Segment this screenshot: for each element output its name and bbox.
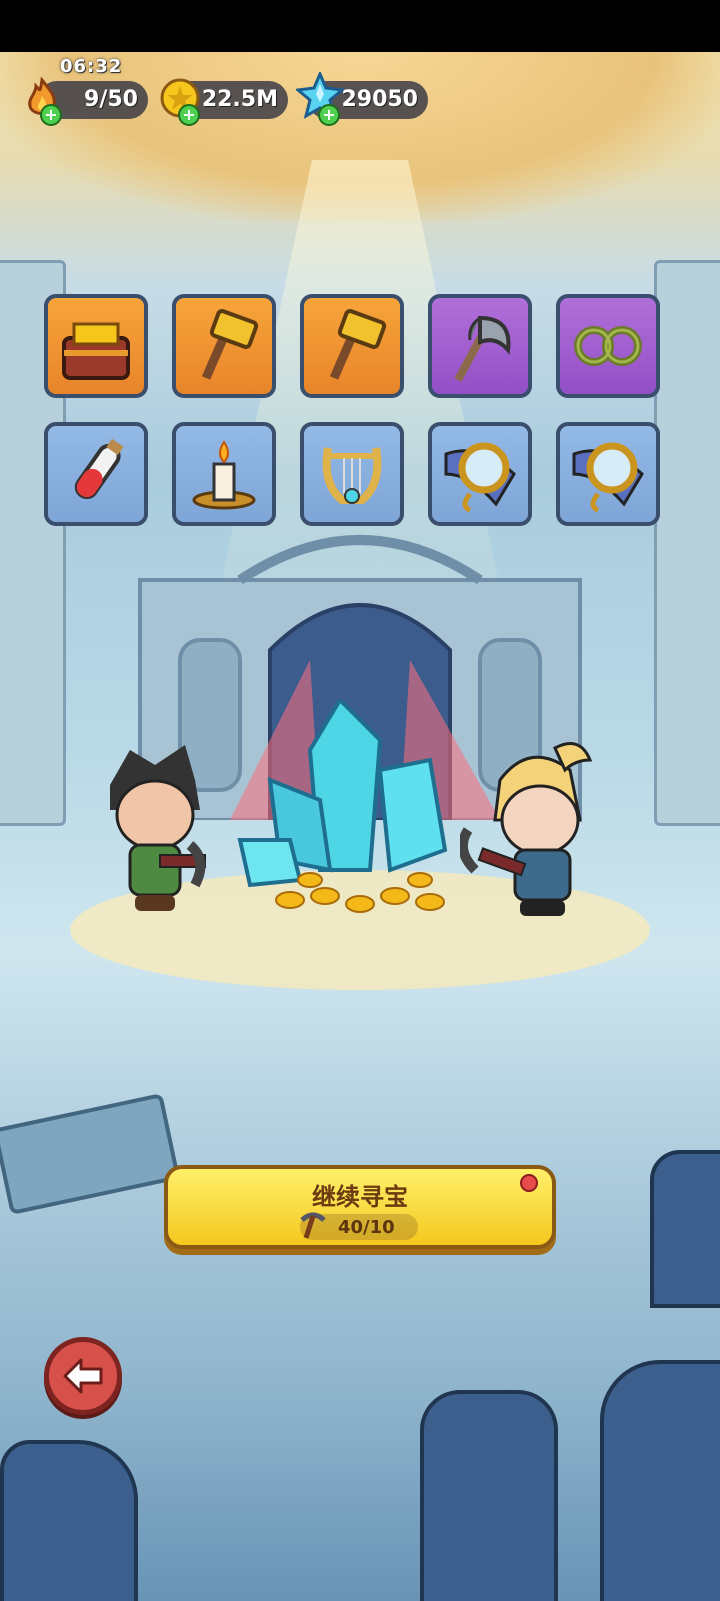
pickaxe-count: 40/10: [338, 1217, 395, 1238]
status-bar-background: [0, 0, 720, 52]
pickaxe-icon: [298, 1210, 328, 1244]
battle-axe-icon: [454, 315, 511, 382]
right-pillar: [654, 260, 720, 826]
golden-lyre-icon: [322, 447, 382, 504]
gem-value: 29050: [341, 87, 418, 112]
inventory-slot[interactable]: [300, 294, 404, 398]
inventory-slot[interactable]: [556, 422, 660, 526]
rock-center: [420, 1390, 558, 1601]
inventory-slot[interactable]: [44, 294, 148, 398]
inventory-slot[interactable]: [428, 422, 532, 526]
inventory-slot[interactable]: [172, 422, 276, 526]
energy-value: 9/50: [84, 87, 138, 112]
rock-left: [0, 1440, 138, 1601]
red-potion-vial-icon: [74, 438, 124, 500]
pickaxe-counter: 40/10: [300, 1212, 418, 1240]
inventory-slot[interactable]: [44, 422, 148, 526]
inventory-slot[interactable]: [428, 294, 532, 398]
golden-hammer-icon: [201, 309, 259, 380]
back-button[interactable]: [44, 1337, 122, 1415]
inventory-slot[interactable]: [300, 422, 404, 526]
magic-mirror-icon: [572, 442, 644, 513]
magic-mirror-icon: [444, 442, 516, 513]
dark-haired-miner: [100, 745, 210, 919]
inventory-slot[interactable]: [172, 294, 276, 398]
add-energy-icon[interactable]: +: [40, 104, 62, 126]
add-gold-icon[interactable]: +: [178, 104, 200, 126]
clock: 06:32: [60, 56, 123, 77]
gold-value: 22.5M: [201, 87, 278, 112]
rock-upper-right: [650, 1150, 720, 1308]
continue-treasure-hunt-button[interactable]: 继续寻宝 40/10: [164, 1165, 556, 1249]
gold-treasure-chest-icon: [62, 322, 130, 380]
continue-button-label: 继续寻宝: [312, 1183, 408, 1211]
blonde-miner: [457, 740, 600, 924]
candle-holder-icon: [192, 440, 256, 510]
notification-dot: [520, 1174, 538, 1192]
rock-right: [600, 1360, 720, 1601]
inventory-slot[interactable]: [556, 294, 660, 398]
golden-hammer-icon: [329, 309, 387, 380]
thorn-vine-icon: [574, 326, 642, 366]
add-gems-icon[interactable]: +: [318, 104, 340, 126]
back-arrow-icon: [63, 1358, 103, 1394]
game-scene: 06:32 9/50 + 22.5M + 29050 + 继续寻宝 40/10: [0, 0, 720, 1601]
